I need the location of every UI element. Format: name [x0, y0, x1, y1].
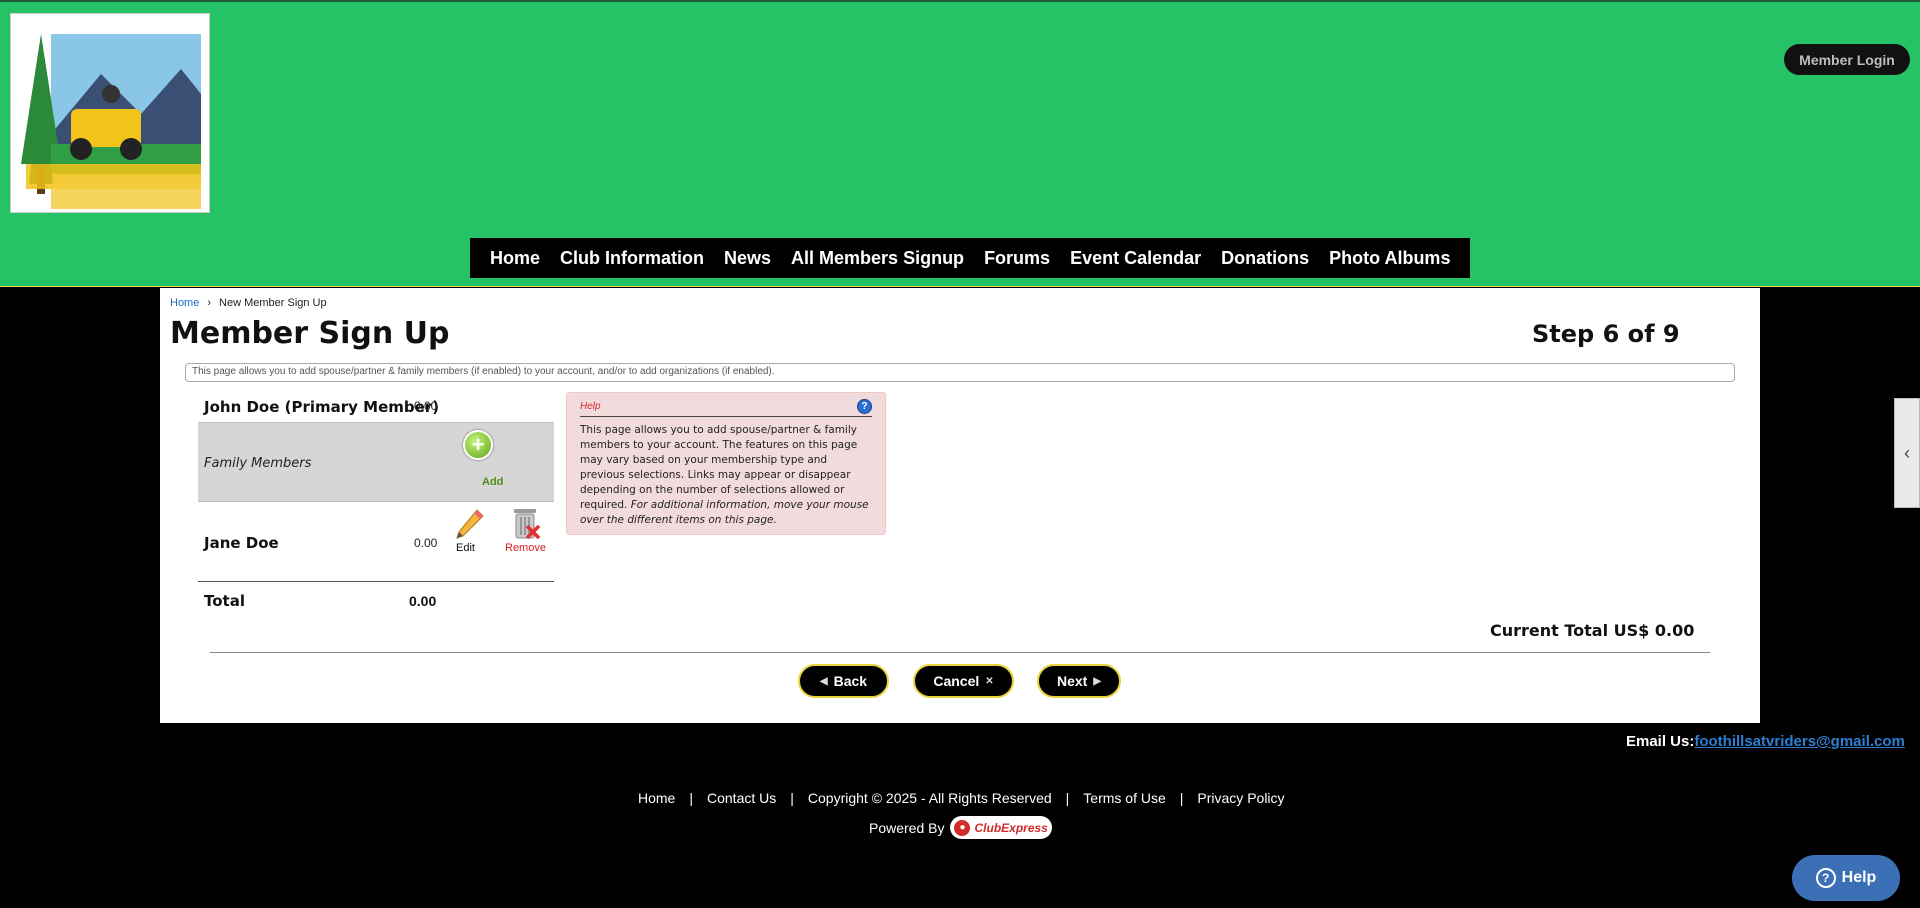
cancel-button-label: Cancel [933, 673, 980, 689]
x-icon: ✕ [985, 675, 994, 687]
breadcrumb-separator: › [207, 297, 212, 309]
add-family-member-link[interactable]: Add [482, 476, 503, 488]
footer-copyright: Copyright © 2025 - All Rights Reserved [807, 790, 1052, 806]
triangle-right-icon: ▶ [1093, 675, 1102, 687]
current-total: Current Total US$ 0.00 [1490, 621, 1695, 640]
next-button[interactable]: Next ▶ [1037, 664, 1121, 698]
primary-member-amount: 0.00 [414, 399, 438, 413]
nav-home[interactable]: Home [480, 238, 550, 278]
help-header: Help ? [580, 399, 872, 417]
nav-forums[interactable]: Forums [974, 238, 1060, 278]
nav-event-calendar[interactable]: Event Calendar [1060, 238, 1211, 278]
powered-by-label: Powered By [869, 819, 945, 836]
pencil-icon[interactable] [453, 508, 485, 540]
email-us: Email Us:foothillsatvriders@gmail.com [1626, 733, 1905, 750]
nav-club-information[interactable]: Club Information [550, 238, 714, 278]
step-indicator: Step 6 of 9 [1532, 320, 1680, 348]
help-title: Help [580, 401, 601, 412]
family-members-label: Family Members [204, 456, 312, 471]
divider [210, 652, 1710, 653]
question-circle-icon: ? [1815, 868, 1836, 888]
page-title: Member Sign Up [170, 316, 450, 351]
nav-donations[interactable]: Donations [1211, 238, 1319, 278]
nav-photo-albums[interactable]: Photo Albums [1319, 238, 1460, 278]
email-us-label: Email Us: [1626, 733, 1695, 750]
footer-separator: | [1065, 790, 1070, 806]
page-info-bar: This page allows you to add spouse/partn… [185, 363, 1735, 382]
triangle-left-icon: ◀ [819, 675, 828, 687]
footer-terms-link[interactable]: Terms of Use [1083, 790, 1165, 806]
email-link[interactable]: foothillsatvriders@gmail.com [1694, 733, 1905, 750]
footer-separator: | [1179, 790, 1184, 806]
clubexpress-mark-icon: ● [954, 819, 971, 836]
clubexpress-logo[interactable]: ● ClubExpress [950, 816, 1053, 839]
back-button-label: Back [833, 673, 868, 689]
question-circle-icon[interactable]: ? [857, 399, 872, 414]
footer-links: Home | Contact Us | Copyright © 2025 - A… [638, 790, 1285, 806]
club-logo[interactable] [10, 13, 210, 213]
breadcrumb-current: New Member Sign Up [219, 297, 327, 309]
footer-contact-link[interactable]: Contact Us [707, 790, 776, 806]
family-member-name: Jane Doe [204, 534, 279, 552]
help-float-label: Help [1841, 869, 1877, 886]
total-row: Total 0.00 [198, 582, 554, 618]
family-member-row: Jane Doe 0.00 Edit Remove [198, 502, 554, 582]
plus-circle-icon[interactable]: + [463, 430, 493, 460]
total-label: Total [204, 592, 245, 610]
powered-by: Powered By ● ClubExpress [869, 816, 1053, 839]
primary-member-row: John Doe (Primary Member) 0.00 [198, 388, 554, 422]
cancel-button[interactable]: Cancel ✕ [913, 664, 1014, 698]
trash-icon[interactable] [509, 506, 541, 540]
content-panel: Home › New Member Sign Up Member Sign Up… [160, 288, 1760, 723]
nav-news[interactable]: News [714, 238, 781, 278]
footer-home-link[interactable]: Home [638, 790, 675, 806]
help-body: This page allows you to add spouse/partn… [580, 424, 858, 511]
site-header: Member Login Home Club Information News … [0, 0, 1920, 287]
back-button[interactable]: ◀ Back [798, 664, 889, 698]
club-logo-image [11, 14, 209, 212]
side-panel-toggle[interactable]: ‹ [1894, 398, 1920, 508]
member-login-button[interactable]: Member Login [1784, 44, 1910, 75]
family-members-section: Family Members + Add [198, 422, 554, 502]
footer-separator: | [689, 790, 693, 806]
primary-member-name: John Doe (Primary Member) [204, 398, 440, 416]
nav-all-members-signup[interactable]: All Members Signup [781, 238, 974, 278]
clubexpress-brand: ClubExpress [974, 820, 1048, 835]
edit-member-link[interactable]: Edit [456, 542, 475, 554]
footer-privacy-link[interactable]: Privacy Policy [1197, 790, 1284, 806]
breadcrumb-home-link[interactable]: Home [170, 297, 199, 309]
breadcrumb: Home › New Member Sign Up [170, 297, 327, 309]
main-nav: Home Club Information News All Members S… [470, 238, 1471, 278]
chevron-left-icon: ‹ [1904, 442, 1910, 463]
help-text: This page allows you to add spouse/partn… [580, 423, 872, 528]
remove-member-link[interactable]: Remove [505, 542, 546, 554]
help-panel: Help ? This page allows you to add spous… [566, 392, 886, 535]
family-member-amount: 0.00 [414, 536, 438, 550]
next-button-label: Next [1056, 673, 1088, 689]
members-list: John Doe (Primary Member) 0.00 Family Me… [198, 388, 554, 618]
footer-separator: | [790, 790, 794, 806]
help-float-button[interactable]: ? Help [1792, 855, 1900, 901]
total-amount: 0.00 [409, 593, 437, 609]
